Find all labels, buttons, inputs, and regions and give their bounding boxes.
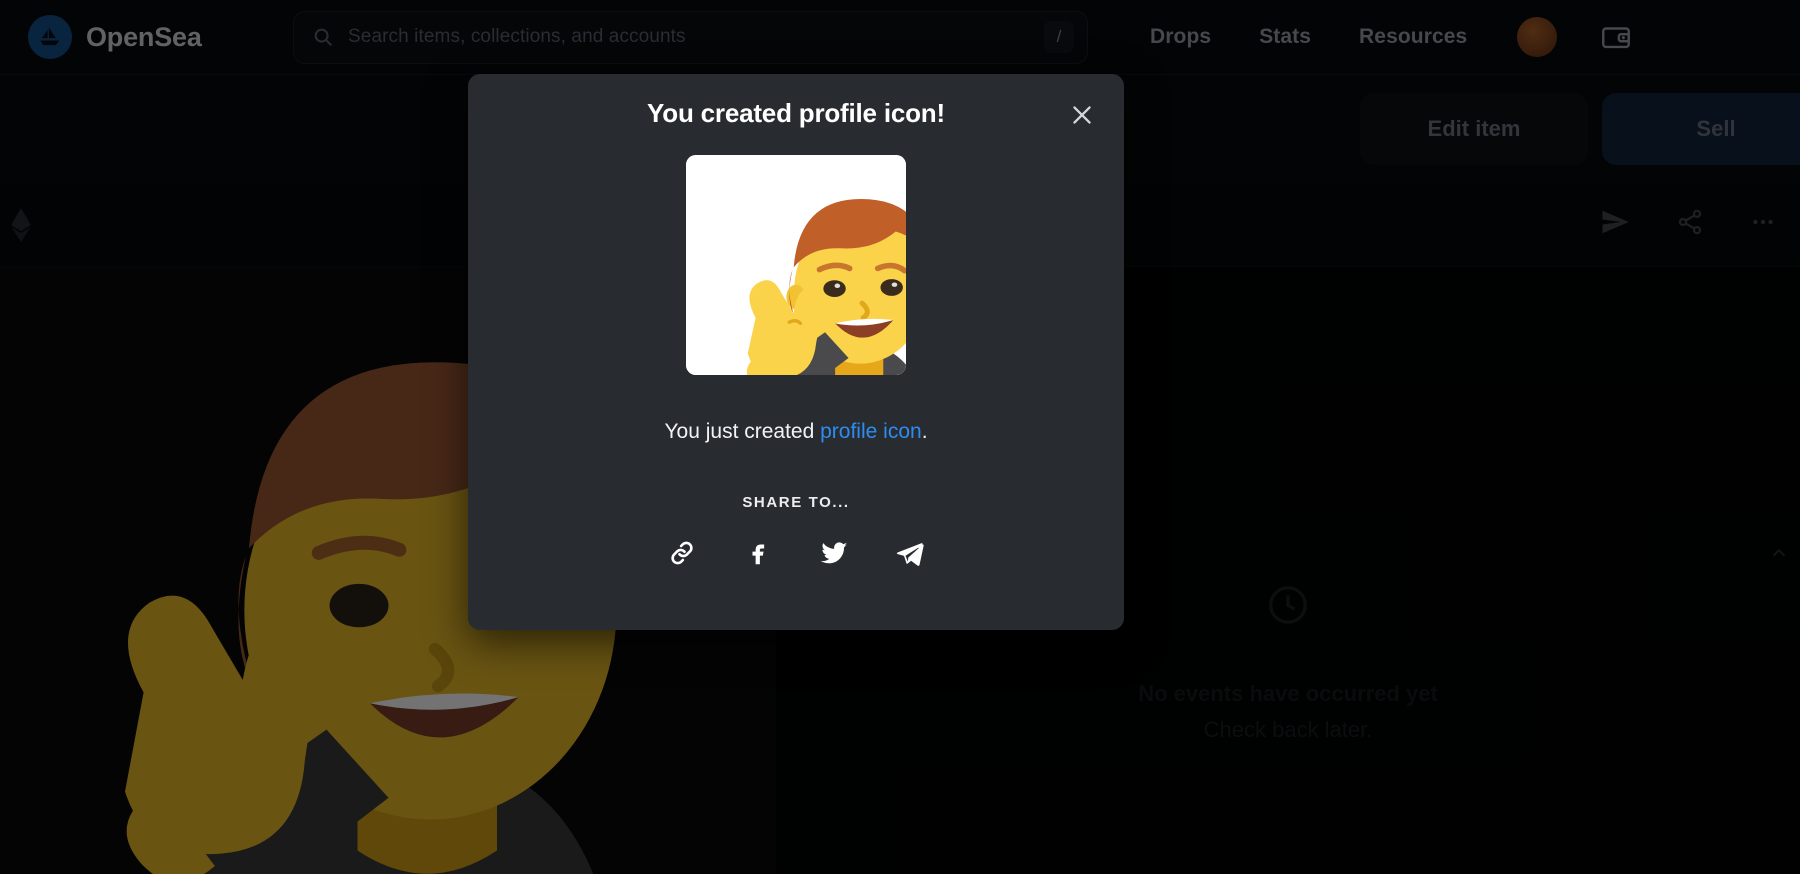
twitter-icon[interactable] [814,533,854,573]
share-buttons-row [662,533,930,573]
modal-title: You created profile icon! [647,98,945,128]
created-item-preview [686,155,906,375]
app-root: No events have occurred yet Check back l… [0,0,1800,874]
close-icon[interactable] [1067,100,1097,130]
created-item-link[interactable]: profile icon [820,420,922,443]
caption-prefix: You just created [664,420,821,443]
facebook-icon[interactable] [738,533,778,573]
telegram-icon[interactable] [890,533,930,573]
created-item-modal: You created profile icon! You just creat… [468,74,1124,630]
modal-caption: You just created profile icon. [664,420,927,444]
link-icon[interactable] [662,533,702,573]
caption-suffix: . [921,420,928,443]
share-heading: SHARE TO... [742,494,850,511]
